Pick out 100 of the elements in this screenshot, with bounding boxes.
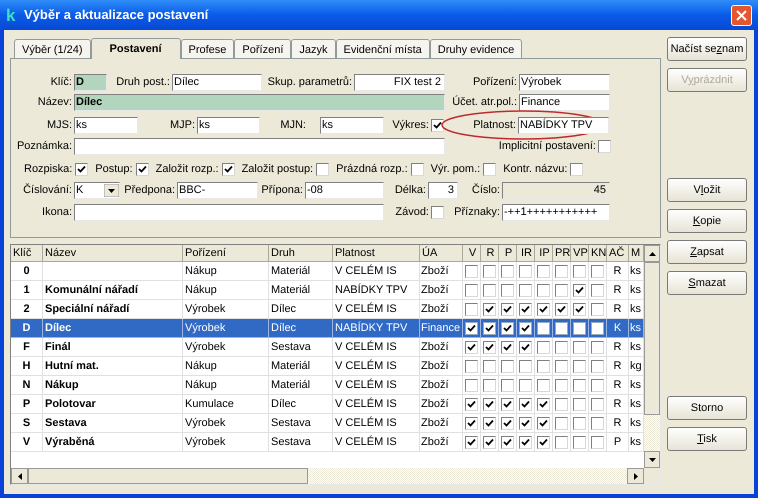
checkbox[interactable] xyxy=(431,119,444,132)
checkbox[interactable] xyxy=(573,302,586,316)
button[interactable]: Zapsat xyxy=(667,240,747,264)
checkbox[interactable] xyxy=(573,264,586,278)
checkbox[interactable] xyxy=(410,163,424,176)
checkbox[interactable] xyxy=(501,398,514,410)
checkbox[interactable] xyxy=(483,284,496,296)
table-row[interactable]: D Dílec Výrobek Dílec NABÍDKY TPV Finance K ks xyxy=(11,319,644,338)
table-row[interactable]: N Nákup Nákup Materiál V CELÉM IS Zboží R ks xyxy=(11,376,644,395)
checkbox[interactable] xyxy=(591,378,604,392)
account-field[interactable]: Finance xyxy=(519,94,610,111)
checkbox[interactable] xyxy=(483,416,496,430)
column-header[interactable]: ÚA xyxy=(420,245,463,262)
checkbox[interactable] xyxy=(537,398,550,410)
checkbox[interactable] xyxy=(555,416,568,430)
checkbox[interactable] xyxy=(573,398,586,410)
checkbox[interactable] xyxy=(465,322,478,334)
checkbox[interactable] xyxy=(483,378,496,392)
checkbox[interactable] xyxy=(136,163,149,176)
checkbox[interactable] xyxy=(465,416,478,430)
checkbox[interactable] xyxy=(316,163,330,176)
tab[interactable]: Jazyk xyxy=(291,39,336,58)
checkbox[interactable] xyxy=(222,163,235,176)
checkbox[interactable] xyxy=(573,378,586,392)
checkbox[interactable] xyxy=(483,264,496,278)
button[interactable]: Kopie xyxy=(667,209,747,233)
column-header[interactable]: VP xyxy=(571,245,589,262)
flags-field[interactable]: -++1+++++++++++ xyxy=(502,204,610,221)
note-field[interactable] xyxy=(74,138,445,155)
checkbox[interactable] xyxy=(573,416,586,430)
checkbox[interactable] xyxy=(501,284,514,296)
checkbox[interactable] xyxy=(591,284,604,296)
unit-field[interactable]: ks xyxy=(74,117,138,134)
button[interactable]: Načíst seznam xyxy=(667,37,747,61)
checkbox[interactable] xyxy=(573,436,586,448)
button[interactable]: Smazat xyxy=(667,271,747,295)
checkbox[interactable] xyxy=(573,360,586,372)
checkbox[interactable] xyxy=(573,340,586,354)
table-row[interactable]: F Finál Výrobek Sestava V CELÉM IS Zboží R ks xyxy=(11,338,644,357)
close-button[interactable] xyxy=(731,4,752,26)
checkbox[interactable] xyxy=(483,360,496,372)
checkbox[interactable] xyxy=(555,284,568,296)
checkbox[interactable] xyxy=(570,163,584,176)
table-row[interactable]: S Sestava Výrobek Sestava V CELÉM IS Zboží R ks xyxy=(11,414,644,433)
column-header[interactable]: Klíč xyxy=(11,245,43,262)
checkbox[interactable] xyxy=(519,360,532,372)
checkbox[interactable] xyxy=(501,340,514,354)
vertical-scrollbar[interactable] xyxy=(644,245,660,468)
table-row[interactable]: 1 Komunální nářadí Nákup Materiál NABÍDKY TPV Zboží R ks xyxy=(11,281,644,300)
checkbox[interactable] xyxy=(501,264,514,278)
column-header[interactable]: R xyxy=(481,245,499,262)
checkbox[interactable] xyxy=(519,322,532,334)
checkbox[interactable] xyxy=(501,322,514,334)
button[interactable]: Storno xyxy=(667,396,747,420)
checkbox[interactable] xyxy=(501,436,514,448)
checkbox[interactable] xyxy=(519,340,532,354)
horizontal-scrollbar[interactable] xyxy=(11,468,644,484)
key-field[interactable]: D xyxy=(74,74,107,91)
table-row[interactable]: V Výraběná Výrobek Sestava V CELÉM IS Zboží P ks xyxy=(11,433,644,452)
button[interactable]: Vložit xyxy=(667,178,747,202)
button[interactable]: Tisk xyxy=(667,427,747,451)
column-header[interactable]: AČ xyxy=(607,245,629,262)
type-field[interactable]: Dílec xyxy=(172,74,262,91)
checkbox[interactable] xyxy=(555,302,568,316)
column-header[interactable]: V xyxy=(463,245,481,262)
table-row[interactable]: H Hutní mat. Nákup Materiál V CELÉM IS Zboží R kg xyxy=(11,357,644,376)
column-header[interactable]: Pořízení xyxy=(183,245,269,262)
checkbox[interactable] xyxy=(591,264,604,278)
checkbox[interactable] xyxy=(519,416,532,430)
checkbox[interactable] xyxy=(483,322,496,334)
unit-field[interactable]: ks xyxy=(320,117,384,134)
tab[interactable]: Evidenční místa xyxy=(336,39,430,58)
checkbox[interactable] xyxy=(555,378,568,392)
checkbox[interactable] xyxy=(483,398,496,410)
checkbox[interactable] xyxy=(465,284,478,296)
checkbox[interactable] xyxy=(465,264,478,278)
checkbox[interactable] xyxy=(519,378,532,392)
checkbox[interactable] xyxy=(555,264,568,278)
column-header[interactable]: Platnost xyxy=(333,245,420,262)
checkbox[interactable] xyxy=(555,398,568,410)
checkbox[interactable] xyxy=(431,206,444,219)
checkbox[interactable] xyxy=(591,340,604,354)
column-header[interactable]: Název xyxy=(43,245,183,262)
checkbox[interactable] xyxy=(537,378,550,392)
validity-field[interactable]: NABÍDKY TPV xyxy=(518,117,609,134)
acquisition-field[interactable]: Výrobek xyxy=(519,74,610,91)
checkbox[interactable] xyxy=(537,322,550,334)
checkbox[interactable] xyxy=(519,284,532,296)
tab[interactable]: Druhy evidence xyxy=(430,39,522,58)
unit-field[interactable]: ks xyxy=(197,117,260,134)
checkbox[interactable] xyxy=(465,398,478,410)
checkbox[interactable] xyxy=(501,302,514,316)
column-header[interactable]: PR xyxy=(553,245,571,262)
checkbox[interactable] xyxy=(483,163,496,176)
checkbox[interactable] xyxy=(591,416,604,430)
checkbox[interactable] xyxy=(75,163,88,176)
checkbox[interactable] xyxy=(501,360,514,372)
prefix-field[interactable]: BBC- xyxy=(177,182,258,199)
checkbox[interactable] xyxy=(465,378,478,392)
checkbox[interactable] xyxy=(591,322,604,334)
